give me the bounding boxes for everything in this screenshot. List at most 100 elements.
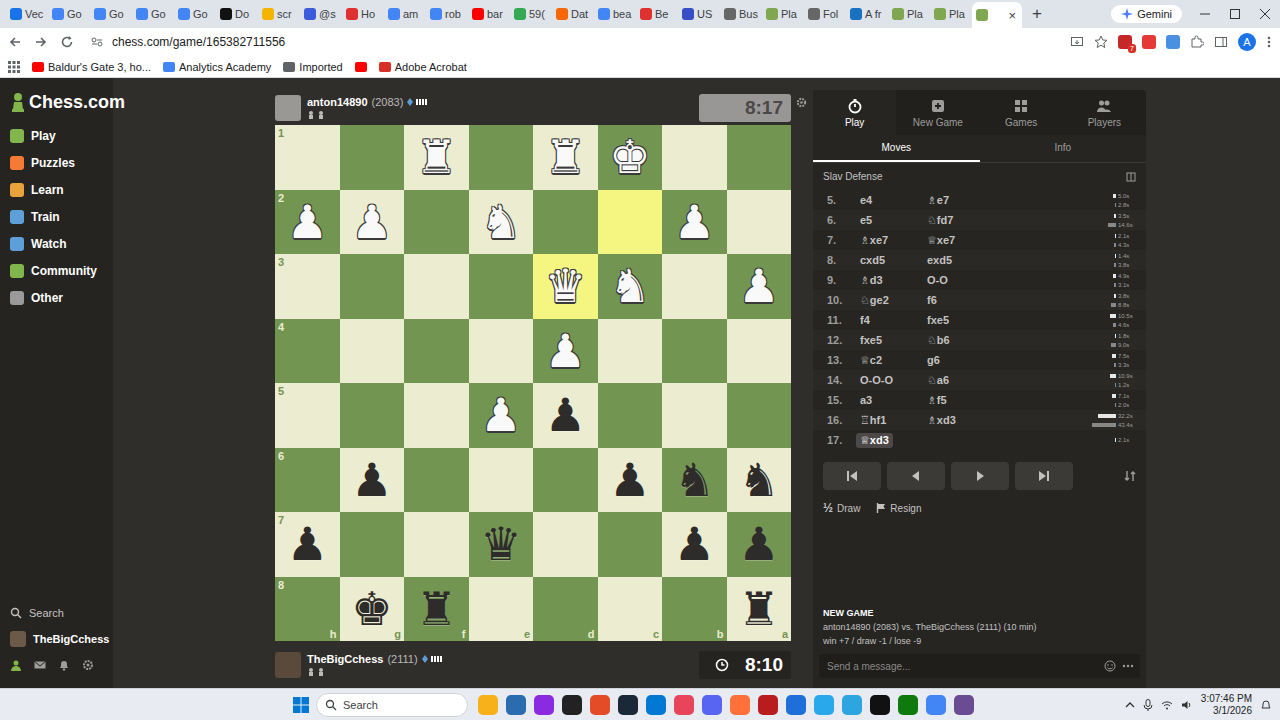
browser-tab[interactable]: scr	[258, 2, 300, 26]
board-square[interactable]	[598, 512, 663, 577]
board-square[interactable]: ♟	[340, 448, 405, 513]
board-square[interactable]	[340, 319, 405, 384]
board-square[interactable]	[404, 383, 469, 448]
app-icon[interactable]	[814, 695, 834, 715]
more-icon[interactable]	[1122, 660, 1134, 672]
move-nav-button[interactable]	[887, 462, 945, 490]
app-icon[interactable]	[730, 695, 750, 715]
browser-tab[interactable]: Vec	[6, 2, 48, 26]
board-square[interactable]: ♞	[727, 448, 792, 513]
browser-tab[interactable]: Dat	[552, 2, 594, 26]
board-square[interactable]: a♜	[727, 577, 792, 642]
browser-tab[interactable]: Go	[90, 2, 132, 26]
book-icon[interactable]	[1126, 172, 1136, 182]
app-icon[interactable]	[702, 695, 722, 715]
board-square[interactable]	[662, 125, 727, 190]
player-name[interactable]: TheBigCchess	[307, 653, 383, 665]
board-square[interactable]: ♜	[533, 125, 598, 190]
bookmark[interactable]: Analytics Academy	[163, 61, 271, 73]
move-nav-button[interactable]	[823, 462, 881, 490]
board-square[interactable]	[404, 190, 469, 255]
app-icon[interactable]	[478, 695, 498, 715]
board-square[interactable]	[404, 448, 469, 513]
bell-icon[interactable]	[58, 659, 70, 671]
board-square[interactable]: ♟	[662, 190, 727, 255]
browser-tab[interactable]: Pla	[930, 2, 972, 26]
chess-piece[interactable]: ♜	[416, 586, 457, 632]
white-move[interactable]: ♘ge2	[856, 293, 893, 308]
black-move[interactable]: ♗f5	[923, 393, 951, 408]
chess-piece[interactable]: ♛	[480, 521, 521, 567]
board-square[interactable]	[598, 383, 663, 448]
chess-piece[interactable]: ♟	[738, 521, 779, 567]
browser-tab[interactable]: Go	[48, 2, 90, 26]
settings-icon[interactable]	[82, 659, 94, 671]
sidebar-item[interactable]: Community	[10, 257, 113, 284]
sub-tab[interactable]: Moves	[813, 135, 980, 162]
black-move[interactable]: ♘a6	[923, 373, 953, 388]
chess-piece[interactable]: ♞	[609, 263, 650, 309]
browser-tab[interactable]: US	[678, 2, 720, 26]
board-square[interactable]: ♟	[533, 319, 598, 384]
chess-piece[interactable]: ♚	[351, 586, 392, 632]
taskbar-clock[interactable]: 3:07:46 PM3/1/2026	[1201, 693, 1252, 717]
chess-piece[interactable]: ♟	[480, 392, 521, 438]
player-avatar-icon[interactable]	[275, 652, 301, 678]
browser-tab[interactable]: Go	[174, 2, 216, 26]
sidebar-item[interactable]: Puzzles	[10, 149, 113, 176]
app-icon[interactable]	[870, 695, 890, 715]
board-square[interactable]	[340, 125, 405, 190]
black-move[interactable]: O-O	[923, 273, 952, 287]
install-icon[interactable]	[1070, 35, 1084, 49]
reload-icon[interactable]	[60, 35, 74, 49]
board-square[interactable]: 8h	[275, 577, 340, 642]
board-square[interactable]	[469, 319, 534, 384]
board-square[interactable]	[662, 254, 727, 319]
board-square[interactable]: ♜	[404, 125, 469, 190]
board-square[interactable]	[469, 125, 534, 190]
sidepanel-icon[interactable]	[1214, 35, 1228, 49]
emoji-icon[interactable]	[1104, 660, 1116, 672]
board-square[interactable]	[662, 383, 727, 448]
url-text[interactable]: chess.com/game/165382711556	[112, 35, 285, 49]
gear-icon[interactable]	[796, 97, 807, 108]
board-square[interactable]: f♜	[404, 577, 469, 642]
app-icon[interactable]	[898, 695, 918, 715]
black-move[interactable]: ♗e7	[923, 193, 953, 208]
sidebar-item[interactable]: Other	[10, 284, 113, 311]
app-icon[interactable]	[562, 695, 582, 715]
bookmark[interactable]: Imported	[283, 61, 342, 73]
apps-grid-icon[interactable]	[8, 61, 20, 73]
board-square[interactable]: 3	[275, 254, 340, 319]
mail-icon[interactable]	[34, 659, 46, 671]
app-icon[interactable]	[534, 695, 554, 715]
app-icon[interactable]	[506, 695, 526, 715]
sidebar-search[interactable]: Search	[10, 600, 113, 626]
board-square[interactable]	[598, 319, 663, 384]
browser-tab[interactable]: Go	[132, 2, 174, 26]
browser-tab[interactable]: rob	[426, 2, 468, 26]
white-move[interactable]: ♖hf1	[856, 413, 890, 428]
panel-tab[interactable]: Games	[980, 90, 1063, 135]
board-square[interactable]: 4	[275, 319, 340, 384]
extension-icon[interactable]	[1166, 35, 1180, 49]
board-square[interactable]	[533, 512, 598, 577]
star-icon[interactable]	[1094, 35, 1108, 49]
app-icon[interactable]	[590, 695, 610, 715]
board-square[interactable]: ♚	[598, 125, 663, 190]
browser-tab[interactable]: 59(	[510, 2, 552, 26]
move-nav-button[interactable]	[1015, 462, 1073, 490]
board-square[interactable]: b	[662, 577, 727, 642]
board-square[interactable]: 5	[275, 383, 340, 448]
player-name[interactable]: anton14890	[307, 96, 368, 108]
chess-piece[interactable]: ♟	[609, 457, 650, 503]
black-move[interactable]: f6	[923, 293, 941, 307]
new-tab-button[interactable]: +	[1022, 4, 1052, 24]
extension-icon[interactable]: 7	[1118, 35, 1132, 49]
mic-icon[interactable]	[1143, 699, 1153, 711]
white-move[interactable]: cxd5	[856, 253, 889, 267]
board-square[interactable]: ♛	[533, 254, 598, 319]
browser-tab[interactable]: @s	[300, 2, 342, 26]
bookmark[interactable]: Adobe Acrobat	[379, 61, 467, 73]
browser-tab[interactable]: Do	[216, 2, 258, 26]
